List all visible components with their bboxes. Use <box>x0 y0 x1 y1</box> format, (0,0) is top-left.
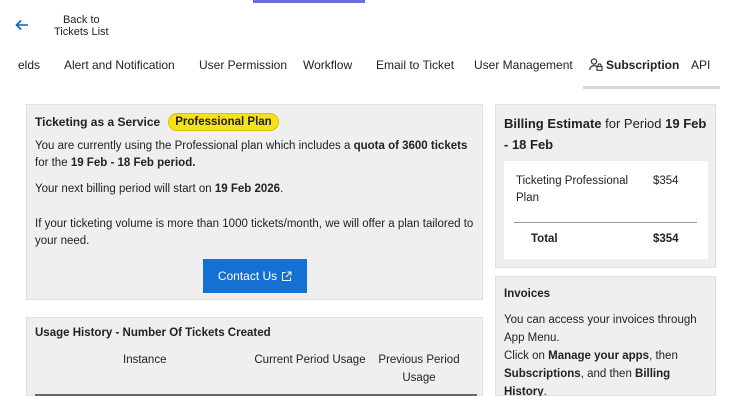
contact-us-label: Contact Us <box>217 269 278 283</box>
back-arrow-icon[interactable] <box>14 16 36 38</box>
tab-alert-notification[interactable]: Alert and Notification <box>64 58 175 72</box>
user-lock-icon <box>589 58 603 71</box>
invoices-card: Invoices You can access your invoices th… <box>495 276 716 396</box>
back-to-tickets[interactable]: Back to Tickets List <box>14 14 109 38</box>
billing-divider <box>514 222 697 223</box>
next-billing-dot: . <box>280 183 284 195</box>
tab-user-permission[interactable]: User Permission <box>199 58 287 72</box>
billing-item-name: Ticketing Professional Plan <box>516 173 636 207</box>
usage-history-card: Usage History - Number Of Tickets Create… <box>26 317 483 396</box>
billing-estimate-card: Billing Estimate for Period 19 Feb - 18 F… <box>495 104 716 268</box>
period-value: 19 Feb - 18 Feb period. <box>70 157 196 169</box>
quota-value: quota of 3600 tickets <box>353 140 468 152</box>
tab-email-to-ticket[interactable]: Email to Ticket <box>376 58 454 72</box>
volume-line-2: your need. <box>35 235 90 247</box>
next-billing-date: 19 Feb 2026 <box>214 183 281 195</box>
volume-line-1: If your ticketing volume is more than 10… <box>35 218 474 230</box>
back-label-line2: Tickets List <box>54 26 109 38</box>
external-link-icon <box>281 271 292 282</box>
invoices-dot: . <box>543 386 547 396</box>
usage-title: Usage History - Number Of Tickets Create… <box>35 327 271 339</box>
subscriptions-text: Subscriptions <box>504 368 581 380</box>
billing-title: Billing Estimate for Period 19 Feb - 18 F… <box>504 113 714 155</box>
col-previous-usage: Usage <box>402 372 436 384</box>
billing-total-label: Total <box>531 233 558 245</box>
tab-api[interactable]: API <box>691 58 710 72</box>
back-label-line1: Back to <box>62 14 100 26</box>
billing-period-end: - 18 Feb <box>504 137 554 152</box>
billing-table: Ticketing Professional Plan $354 Total $… <box>504 161 708 259</box>
invoices-line-4: Subscriptions, and then Billing History. <box>504 365 716 396</box>
billing-period-start: 19 Feb <box>665 116 707 131</box>
billing-title-bold: Billing Estimate <box>504 116 602 131</box>
billing-item-amount: $354 <box>653 175 679 187</box>
invoices-text: You can access your invoices through App… <box>504 311 716 396</box>
service-title: Ticketing as a Service <box>35 115 161 129</box>
next-billing-text: Your next billing period will start on <box>35 183 215 195</box>
manage-apps-text: Manage your apps <box>548 350 650 362</box>
tab-scroll-track <box>583 86 720 89</box>
quota-line-2: for the 19 Feb - 18 Feb period. <box>35 155 195 172</box>
service-card: Ticketing as a Service Professional Plan… <box>26 104 483 300</box>
tab-fields[interactable]: elds <box>18 58 40 72</box>
settings-tabs: elds Alert and Notification User Permiss… <box>0 50 720 90</box>
invoices-line-2: App Menu. <box>504 332 560 344</box>
invoices-title: Invoices <box>504 288 551 300</box>
quota-text: You are currently using the Professional… <box>35 140 354 152</box>
tab-workflow[interactable]: Workflow <box>303 58 352 72</box>
billing-total-amount: $354 <box>653 233 679 245</box>
period-text: for the <box>35 157 71 169</box>
back-label[interactable]: Back to Tickets List <box>54 14 109 38</box>
plan-badge: Professional Plan <box>168 113 279 131</box>
billing-title-mid: for Period <box>601 116 666 131</box>
col-previous-period: Previous Period <box>378 354 460 366</box>
invoices-then: , then <box>649 350 678 362</box>
invoices-line-3: Click on Manage your apps, then <box>504 347 716 365</box>
next-billing-line: Your next billing period will start on 1… <box>35 181 283 198</box>
col-current-period: Current Period Usage <box>254 354 366 366</box>
service-title-row: Ticketing as a Service Professional Plan <box>35 113 279 131</box>
billing-item-name-1: Ticketing Professional <box>516 175 629 187</box>
quota-line-1: You are currently using the Professional… <box>35 138 467 155</box>
invoices-click-on: Click on <box>504 350 549 362</box>
billing-item-name-2: Plan <box>516 192 540 204</box>
invoices-line-1: You can access your invoices through <box>504 314 697 326</box>
tab-subscription-label: Subscription <box>606 58 680 72</box>
tab-subscription[interactable]: Subscription <box>589 58 679 72</box>
invoices-and-then: , and then <box>580 368 636 380</box>
top-accent-bar <box>253 0 365 3</box>
col-instance: Instance <box>123 354 167 366</box>
tab-user-management[interactable]: User Management <box>474 58 573 72</box>
contact-us-button[interactable]: Contact Us <box>203 259 307 293</box>
